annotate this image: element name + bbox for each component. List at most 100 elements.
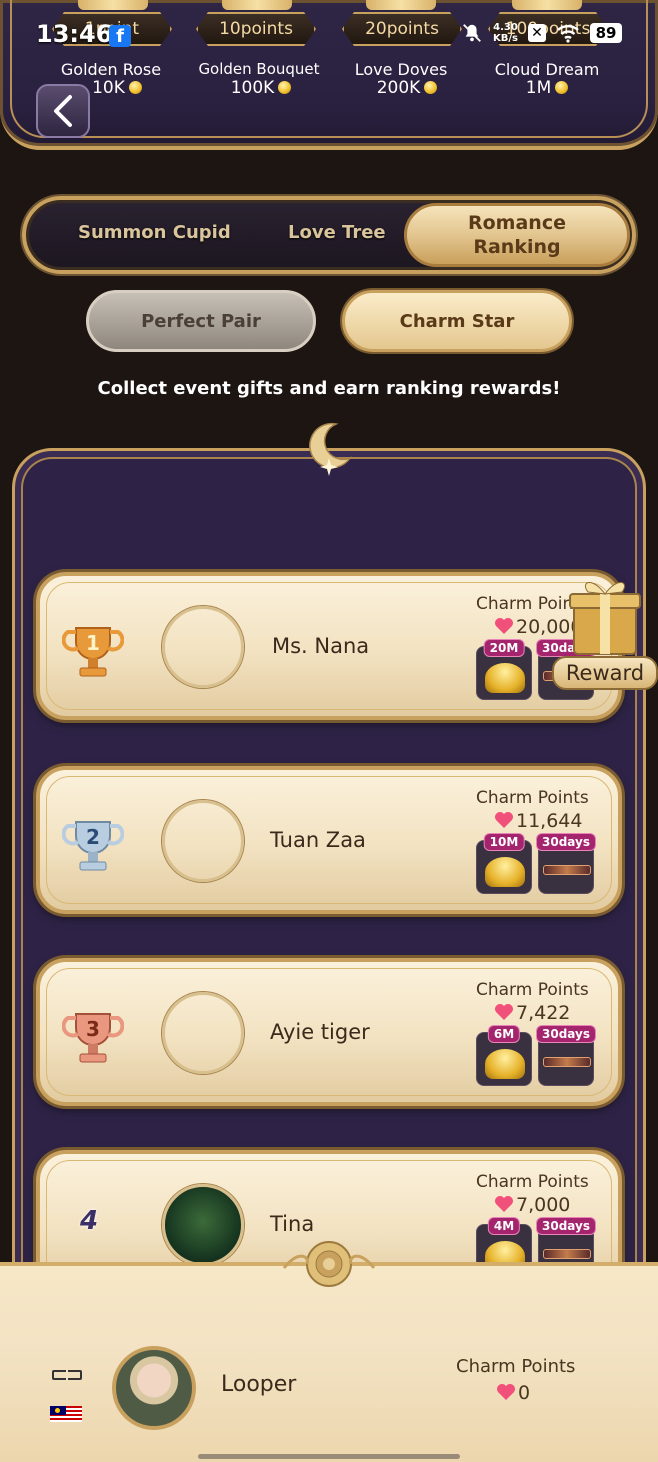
player-name: Tuan Zaa: [270, 828, 366, 852]
coin-stack-icon: [485, 663, 525, 693]
home-indicator[interactable]: [198, 1454, 460, 1459]
gift-thumb: [222, 0, 292, 10]
charm-points-label: Charm Points: [476, 788, 589, 808]
gift-box-icon: [569, 582, 641, 655]
coin-icon: [128, 81, 142, 94]
reward-days-tag: 30days: [536, 1025, 596, 1043]
tab-love-tree[interactable]: Love Tree: [288, 222, 386, 243]
gift-name: Golden Rose: [60, 60, 162, 79]
wifi-icon: [557, 25, 579, 43]
net-speed: 4.30 KB/s: [493, 22, 518, 44]
event-info-text: Collect event gifts and earn ranking rew…: [97, 378, 561, 399]
tab-summon-cupid[interactable]: Summon Cupid: [78, 222, 231, 243]
avatar[interactable]: [162, 1184, 244, 1266]
trophy-silver-icon: 2: [62, 821, 124, 871]
player-name: Ms. Nana: [272, 634, 370, 658]
player-name: Ayie tiger: [270, 1020, 370, 1044]
my-charm-points-label: Charm Points: [456, 1356, 576, 1377]
reward-coins[interactable]: 20M: [476, 639, 532, 700]
gift-thumb: [366, 0, 436, 10]
gift-thumb: [512, 0, 582, 10]
charm-star-frame-icon: [543, 865, 591, 875]
gift-points-pill: 10points: [196, 12, 316, 46]
heart-icon: [495, 812, 513, 828]
status-icons: 4.30 KB/s ✕ 89: [461, 22, 622, 44]
ranking-row[interactable]: 2 Tuan Zaa Charm Points 11,644 10M 30day…: [36, 766, 622, 914]
close-icon: ✕: [528, 24, 546, 42]
gift-price: 100K: [196, 78, 326, 98]
avatar[interactable]: [162, 992, 244, 1074]
status-time: 13:46: [36, 20, 113, 48]
reward-frame[interactable]: 30days: [536, 833, 596, 894]
gift-thumb: [78, 0, 148, 10]
rank-number: 4: [80, 1206, 99, 1236]
my-name: Looper: [221, 1372, 297, 1397]
tab-romance-ranking-line-1: Romance: [468, 212, 566, 234]
my-rank-icon: [52, 1370, 82, 1380]
reward-coin-tag: 4M: [487, 1217, 521, 1235]
gift-price-value: 100K: [230, 78, 275, 98]
battery-icon: 89: [590, 23, 622, 43]
gift-price-value: 10K: [92, 78, 125, 98]
charm-points-value: 7,422: [494, 1002, 570, 1024]
my-charm-points-number: 0: [518, 1382, 531, 1404]
tab-romance-ranking[interactable]: Romance Ranking: [404, 203, 630, 267]
my-charm-points-value: 0: [496, 1382, 530, 1404]
reward-coin-tag: 20M: [483, 639, 525, 657]
ranking-row[interactable]: 1 Ms. Nana Charm Points 20,000 20M 30day…: [36, 572, 622, 720]
gift-price-value: 1M: [525, 78, 552, 98]
charm-points-number: 7,000: [516, 1194, 571, 1216]
gift-points-pill: 20points: [342, 12, 462, 46]
trophy-bronze-icon: 3: [62, 1013, 124, 1063]
charm-star-frame-icon: [543, 1057, 591, 1067]
charm-points-label: Charm Points: [476, 980, 589, 1000]
rose-ornament-icon: [282, 1241, 376, 1287]
heart-icon: [495, 618, 513, 634]
reward-coins[interactable]: 6M: [476, 1025, 532, 1086]
coin-stack-icon: [485, 1049, 525, 1079]
my-avatar[interactable]: [112, 1346, 196, 1430]
charm-points-label: Charm Points: [476, 1172, 589, 1192]
reward-coin-tag: 6M: [487, 1025, 521, 1043]
gift-price-value: 200K: [376, 78, 421, 98]
reward-days-tag: 30days: [536, 833, 596, 851]
tab-perfect-pair[interactable]: Perfect Pair: [86, 290, 316, 352]
charm-points-value: 7,000: [494, 1194, 570, 1216]
crescent-moon-icon: [309, 422, 353, 476]
main-tabs: Summon Cupid Love Tree Romance Ranking: [22, 196, 636, 274]
ranking-row[interactable]: 3 Ayie tiger Charm Points 7,422 6M 30day…: [36, 958, 622, 1106]
tab-romance-ranking-line-2: Ranking: [473, 236, 561, 258]
charm-points-number: 7,422: [516, 1002, 571, 1024]
gift-price: 1M: [482, 78, 612, 98]
mute-icon: [463, 24, 481, 42]
reward-badge-label: Reward: [552, 656, 658, 690]
svg-text:3: 3: [86, 1017, 100, 1041]
reward-coin-tag: 10M: [483, 833, 525, 851]
reward-coins[interactable]: 10M: [476, 833, 532, 894]
charm-points-value: 11,644: [494, 810, 582, 832]
coin-stack-icon: [485, 857, 525, 887]
avatar[interactable]: [162, 606, 244, 688]
charm-points-number: 11,644: [516, 810, 583, 832]
coin-icon: [555, 81, 569, 94]
gift-price: 200K: [342, 78, 472, 98]
heart-icon: [495, 1004, 513, 1020]
back-arrow-icon: [54, 95, 72, 127]
svg-text:1: 1: [86, 631, 100, 655]
reward-frame[interactable]: 30days: [536, 1025, 596, 1086]
tab-charm-star[interactable]: Charm Star: [342, 290, 572, 352]
trophy-gold-icon: 1: [62, 627, 124, 677]
net-speed-unit: KB/s: [493, 33, 518, 44]
coin-icon: [424, 81, 438, 94]
reward-badge-button[interactable]: Reward: [552, 572, 658, 696]
charm-star-frame-icon: [543, 1249, 591, 1259]
coin-icon: [278, 81, 292, 94]
gift-name: Love Doves: [354, 60, 448, 79]
reward-days-tag: 30days: [536, 1217, 596, 1235]
back-button[interactable]: [36, 84, 90, 138]
net-speed-value: 4.30: [493, 22, 518, 33]
facebook-icon: f: [109, 25, 131, 47]
gift-name: Cloud Dream: [494, 60, 600, 79]
heart-icon: [495, 1196, 513, 1212]
avatar[interactable]: [162, 800, 244, 882]
